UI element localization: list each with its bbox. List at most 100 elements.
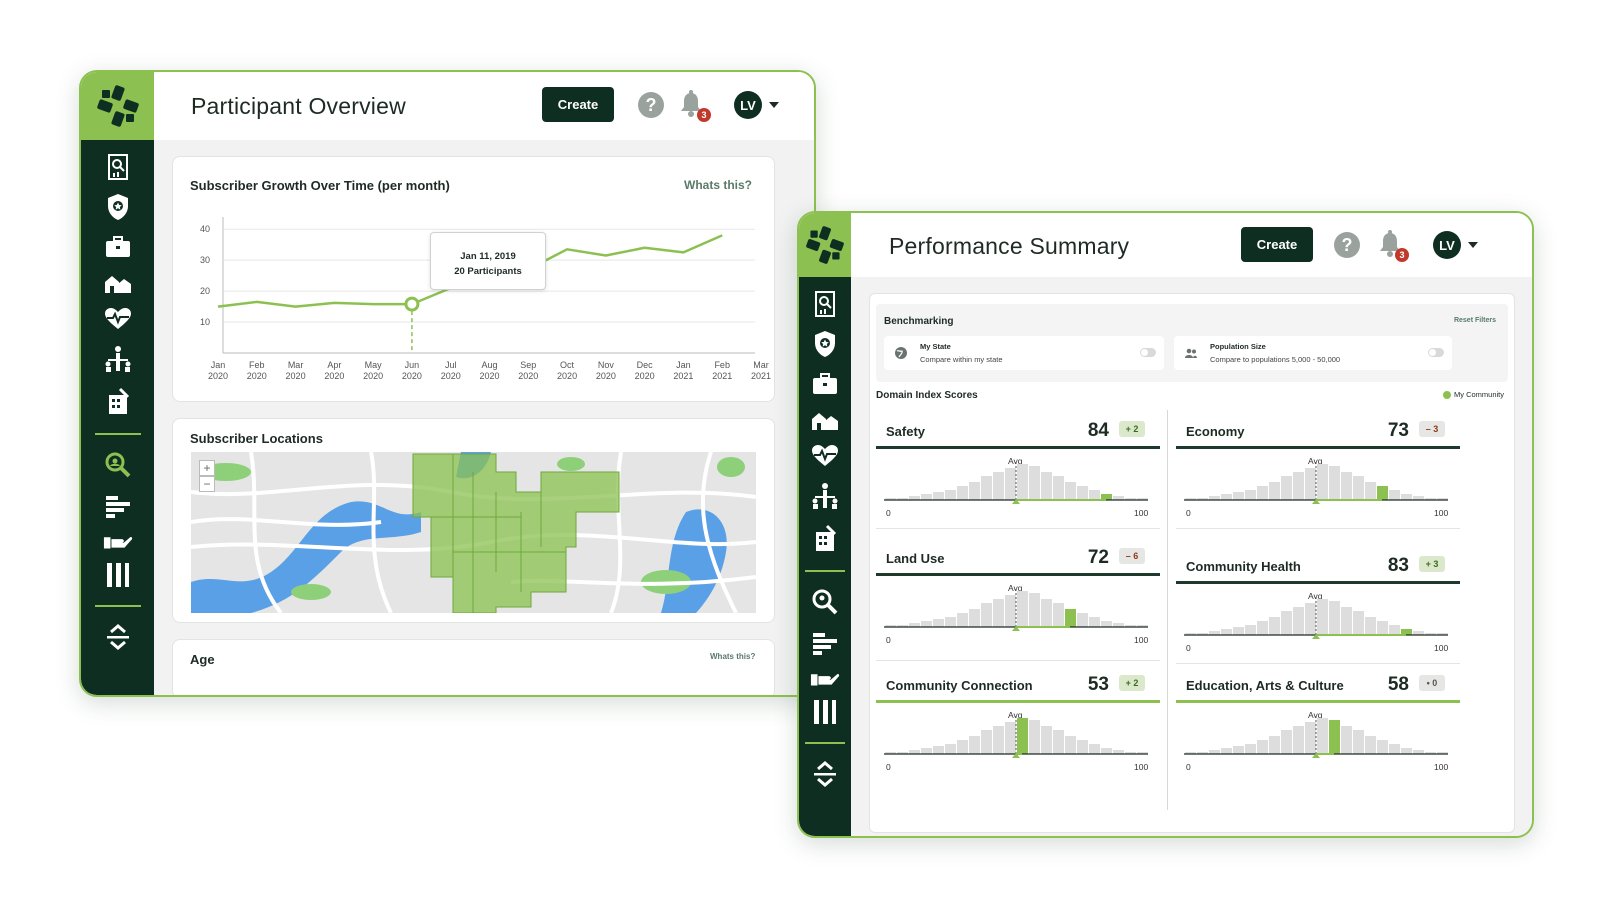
histogram-bar xyxy=(1221,748,1232,754)
x-tick-label: Jul 2020 xyxy=(440,360,461,381)
domain-score: 58 xyxy=(1387,674,1409,695)
row-divider xyxy=(1176,528,1460,529)
benchmarking-panel: Benchmarking Reset Filters My State Comp… xyxy=(876,304,1508,382)
housing-icon[interactable] xyxy=(810,405,840,435)
histogram-bar xyxy=(1341,472,1352,500)
histogram-bar xyxy=(1257,486,1268,500)
chevron-down-icon[interactable] xyxy=(1468,242,1478,248)
filter-my-state[interactable]: My State Compare within my state xyxy=(884,336,1164,370)
domain-score: 84 xyxy=(1087,420,1109,441)
reset-filters-link[interactable]: Reset Filters xyxy=(1454,317,1496,324)
shield-icon[interactable] xyxy=(103,192,133,222)
score-distribution-histogram xyxy=(884,716,1148,758)
histogram-bar xyxy=(1089,744,1100,754)
histogram-bar xyxy=(945,617,956,627)
briefcase-icon[interactable] xyxy=(103,232,133,262)
highlight-point xyxy=(404,296,420,312)
score-distribution-histogram xyxy=(1184,716,1448,758)
heart-pulse-icon[interactable] xyxy=(103,304,133,334)
x-tick-label: Mar 2020 xyxy=(285,360,306,381)
community-network-icon[interactable] xyxy=(103,344,133,374)
logo[interactable] xyxy=(81,72,154,140)
histogram-bar xyxy=(1365,617,1376,635)
logo[interactable] xyxy=(799,213,851,277)
collapse-expand-icon[interactable] xyxy=(103,622,133,652)
report-search-icon[interactable] xyxy=(103,152,133,182)
search-insights-icon[interactable] xyxy=(810,587,840,617)
whats-this-link[interactable]: Whats this? xyxy=(710,652,755,661)
zoom-in-button[interactable]: + xyxy=(199,460,215,476)
domain-score: 72 xyxy=(1087,547,1109,568)
my-state-toggle[interactable] xyxy=(1140,348,1156,357)
helping-hand-icon[interactable] xyxy=(810,663,840,693)
subscriber-map[interactable]: + − xyxy=(191,452,756,613)
heart-pulse-icon[interactable] xyxy=(810,441,840,471)
create-button[interactable]: Create xyxy=(542,87,614,122)
domain-name: Community Connection xyxy=(886,678,1033,693)
domain-delta-badge: + 2 xyxy=(1119,675,1145,691)
domain-score-card[interactable]: Education, Arts & Culture 58 • 0 Avg 0 100 xyxy=(1176,664,1466,788)
filter-population-size[interactable]: Population Size Compare to populations 5… xyxy=(1174,336,1452,370)
axis-min-label: 0 xyxy=(886,635,891,645)
brand-logo-icon xyxy=(806,226,844,264)
population-size-toggle[interactable] xyxy=(1428,348,1444,357)
domain-underline xyxy=(876,700,1160,703)
histogram-bar xyxy=(1077,613,1088,627)
histogram-bar xyxy=(1353,730,1364,754)
create-button[interactable]: Create xyxy=(1241,227,1313,262)
histogram-bar xyxy=(993,599,1004,627)
search-insights-icon[interactable] xyxy=(103,450,133,480)
histogram-bar xyxy=(1017,464,1028,500)
map-graphic xyxy=(191,452,756,613)
axis-max-label: 100 xyxy=(1434,643,1449,653)
histogram-bar xyxy=(981,730,992,754)
globe-icon xyxy=(895,347,907,359)
x-tick-label: Feb 2021 xyxy=(712,360,733,381)
histogram-bar xyxy=(981,603,992,627)
housing-icon[interactable] xyxy=(103,268,133,298)
histogram-bar xyxy=(1305,603,1316,635)
shield-icon[interactable] xyxy=(810,329,840,359)
histogram-bar xyxy=(1257,621,1268,635)
benchmarking-title: Benchmarking xyxy=(884,316,954,327)
zoom-out-button[interactable]: − xyxy=(199,476,215,492)
bar-list-icon[interactable] xyxy=(103,492,133,522)
domain-score-card[interactable]: Economy 73– 3 Avg 0 100 xyxy=(1176,410,1466,534)
legend-label: My Community xyxy=(1453,390,1504,399)
user-avatar[interactable]: LV xyxy=(734,91,762,119)
briefcase-icon[interactable] xyxy=(810,369,840,399)
columns-icon[interactable] xyxy=(810,697,840,727)
histogram-bar xyxy=(957,613,968,627)
histogram-bar xyxy=(1365,482,1376,500)
domain-score-card[interactable]: Safety 84 + 2 Avg 0 100 xyxy=(876,410,1166,534)
helping-hand-icon[interactable] xyxy=(103,526,133,556)
histogram-bar xyxy=(1077,486,1088,500)
chevron-down-icon[interactable] xyxy=(769,102,779,108)
histogram-bar xyxy=(1017,591,1028,627)
education-arts-icon[interactable] xyxy=(103,386,133,416)
user-avatar[interactable]: LV xyxy=(1433,231,1461,259)
x-tick-label: Oct 2020 xyxy=(557,360,578,381)
community-network-icon[interactable] xyxy=(810,481,840,511)
my-community-bar xyxy=(1377,486,1388,500)
help-icon[interactable]: ? xyxy=(638,92,664,118)
people-icon xyxy=(1185,348,1197,358)
filter-description: Compare within my state xyxy=(920,355,1003,364)
domain-underline xyxy=(1176,446,1460,449)
axis-min-label: 0 xyxy=(1186,508,1191,518)
card-title: Subscriber Locations xyxy=(190,431,323,446)
domain-score-card[interactable]: Community Health 83 + 3 Avg 0 100 xyxy=(1176,545,1466,669)
histogram-bar xyxy=(1029,720,1040,754)
bar-list-icon[interactable] xyxy=(810,629,840,659)
histogram-bar xyxy=(1245,744,1256,754)
filter-label: My State xyxy=(920,342,951,351)
columns-icon[interactable] xyxy=(103,560,133,590)
domain-score-card[interactable]: Land Use 72– 6 Avg 0 100 xyxy=(876,537,1166,661)
domain-name: Land Use xyxy=(886,551,945,566)
x-tick-label: Feb 2020 xyxy=(246,360,267,381)
education-arts-icon[interactable] xyxy=(810,523,840,553)
domain-score-card[interactable]: Community Connection 53 + 2 Avg 0 100 xyxy=(876,664,1166,788)
report-search-icon[interactable] xyxy=(810,289,840,319)
help-icon[interactable]: ? xyxy=(1334,232,1360,258)
collapse-expand-icon[interactable] xyxy=(810,759,840,789)
